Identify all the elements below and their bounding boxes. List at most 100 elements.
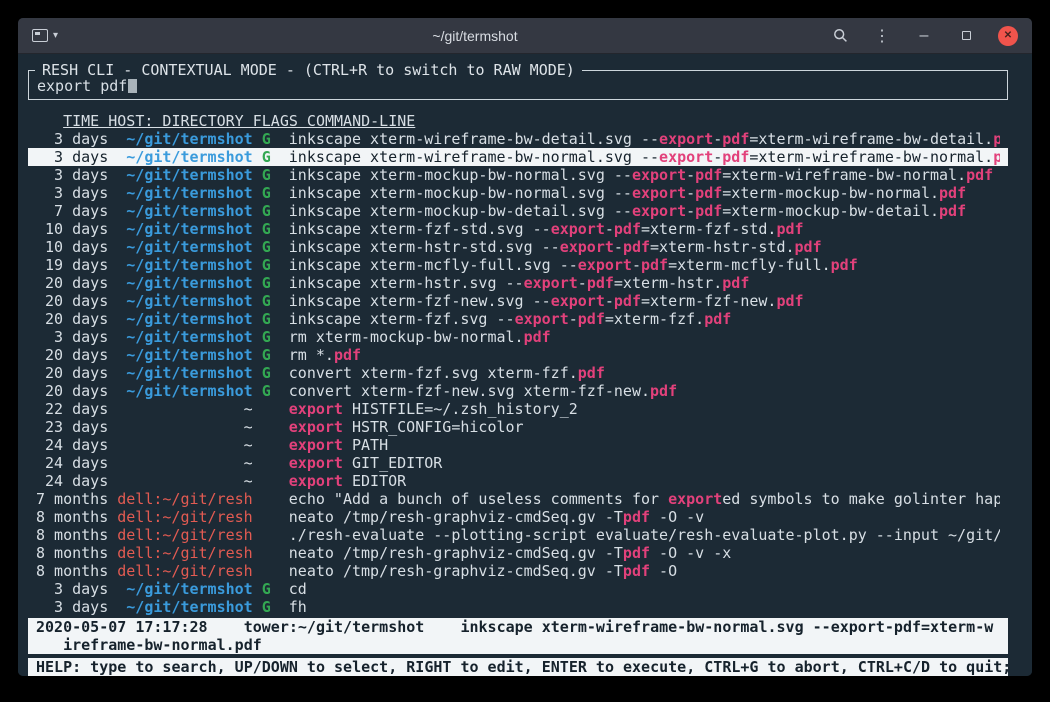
history-row[interactable]: 3 days~/git/termshotGinkscape xterm-wire… <box>28 148 1008 166</box>
row-host: ~/git/termshot <box>117 292 252 310</box>
history-row[interactable]: 3 days~/git/termshotGrm xterm-mockup-bw-… <box>28 328 1008 346</box>
history-row[interactable]: 24 days~export PATH <box>28 436 1008 454</box>
history-row[interactable]: 22 days~export HISTFILE=~/.zsh_history_2 <box>28 400 1008 418</box>
row-command: inkscape xterm-mockup-bw-detail.svg --ex… <box>289 202 1000 220</box>
row-command: echo "Add a bunch of useless comments fo… <box>289 490 1000 508</box>
resh-mode-title: RESH CLI - CONTEXTUAL MODE - (CTRL+R to … <box>35 61 582 79</box>
row-host: ~/git/termshot <box>117 364 252 382</box>
row-host: ~/git/termshot <box>117 310 252 328</box>
row-host: ~/git/termshot <box>117 148 252 166</box>
row-flags: G <box>262 202 280 220</box>
search-query-box: RESH CLI - CONTEXTUAL MODE - (CTRL+R to … <box>28 70 1008 100</box>
row-command: neato /tmp/resh-graphviz-cmdSeq.gv -Tpdf… <box>289 508 1000 526</box>
history-row[interactable]: 8 monthsdell:~/git/reshneato /tmp/resh-g… <box>28 544 1008 562</box>
row-command: rm xterm-mockup-bw-normal.pdf <box>289 328 1000 346</box>
history-row[interactable]: 7 days~/git/termshotGinkscape xterm-mock… <box>28 202 1008 220</box>
row-host: ~/git/termshot <box>117 580 252 598</box>
row-time: 20 days <box>36 310 108 328</box>
row-flags <box>262 400 280 418</box>
terminal[interactable]: RESH CLI - CONTEXTUAL MODE - (CTRL+R to … <box>18 54 1032 676</box>
row-time: 23 days <box>36 418 108 436</box>
history-row[interactable]: 10 days~/git/termshotGinkscape xterm-hst… <box>28 238 1008 256</box>
row-flags <box>262 436 280 454</box>
header-columns: TIME HOST: DIRECTORY FLAGS COMMAND-LINE <box>63 112 415 130</box>
history-row[interactable]: 20 days~/git/termshotGinkscape xterm-fzf… <box>28 292 1008 310</box>
history-rows: 3 days ~/git/termshot Ginkscape xterm-wire… <box>28 130 1008 616</box>
row-time: 24 days <box>36 436 108 454</box>
history-row[interactable]: 8 monthsdell:~/git/resh./resh-evaluate -… <box>28 526 1008 544</box>
row-flags <box>262 508 280 526</box>
new-tab-button[interactable]: ▾ <box>32 29 58 42</box>
row-host: ~/git/termshot <box>117 256 252 274</box>
history-row[interactable]: 3 days~/git/termshotGinkscape xterm-mock… <box>28 184 1008 202</box>
row-flags: G <box>262 148 280 166</box>
row-host: ~ <box>117 400 252 418</box>
history-row[interactable]: 10 days~/git/termshotGinkscape xterm-fzf… <box>28 220 1008 238</box>
row-host: ~ <box>117 418 252 436</box>
row-time: 20 days <box>36 346 108 364</box>
history-row[interactable]: 24 days~export EDITOR <box>28 472 1008 490</box>
history-row[interactable]: 20 days~/git/termshotGconvert xterm-fzf.… <box>28 364 1008 382</box>
row-host: ~/git/termshot <box>117 382 252 400</box>
menu-button[interactable]: ⋮ <box>872 26 892 46</box>
row-host: ~/git/termshot <box>117 166 252 184</box>
history-row[interactable]: 8 monthsdell:~/git/reshneato /tmp/resh-g… <box>28 508 1008 526</box>
row-command: inkscape xterm-mcfly-full.svg --export-p… <box>289 256 1000 274</box>
row-time: 3 days <box>36 598 108 616</box>
row-time: 20 days <box>36 364 108 382</box>
row-flags: G <box>262 166 280 184</box>
history-row[interactable]: 8 monthsdell:~/git/reshneato /tmp/resh-g… <box>28 562 1008 580</box>
row-command: ./resh-evaluate --plotting-script evalua… <box>289 526 1000 544</box>
history-row[interactable]: 3 days~/git/termshotGcd <box>28 580 1008 598</box>
row-host: dell:~/git/resh <box>117 508 252 526</box>
query-input[interactable]: export pdf <box>37 77 999 95</box>
row-flags: G <box>262 292 280 310</box>
row-flags: G <box>262 274 280 292</box>
row-command: export EDITOR <box>289 472 1000 490</box>
row-flags <box>262 472 280 490</box>
titlebar[interactable]: ▾ ~/git/termshot ⋮ – ✕ <box>18 18 1032 54</box>
close-icon: ✕ <box>1004 30 1012 41</box>
row-host: ~ <box>117 454 252 472</box>
row-host: ~/git/termshot <box>117 274 252 292</box>
search-icon <box>833 28 848 43</box>
row-time: 3 days <box>36 166 108 184</box>
history-row[interactable]: 3 days~/git/termshotGfh <box>28 598 1008 616</box>
row-flags: G <box>262 364 280 382</box>
history-row[interactable]: 20 days~/git/termshotGinkscape xterm-hst… <box>28 274 1008 292</box>
history-row[interactable]: 20 days~/git/termshotGinkscape xterm-fzf… <box>28 310 1008 328</box>
row-time: 3 days <box>36 184 108 202</box>
history-row[interactable]: 19 days~/git/termshotGinkscape xterm-mcf… <box>28 256 1008 274</box>
row-time: 10 days <box>36 238 108 256</box>
row-host: ~ <box>117 436 252 454</box>
search-button[interactable] <box>830 26 850 46</box>
row-flags <box>262 526 280 544</box>
query-text: export pdf <box>37 77 127 95</box>
minimize-button[interactable]: – <box>914 26 934 46</box>
row-flags <box>262 562 280 580</box>
row-command: neato /tmp/resh-graphviz-cmdSeq.gv -Tpdf… <box>289 562 1000 580</box>
row-command: inkscape xterm-wireframe-bw-detail.svg -… <box>289 130 1000 148</box>
row-flags <box>262 544 280 562</box>
row-flags <box>262 490 280 508</box>
detail-panel: 2020-05-07 17:17:28 tower:~/git/termshot… <box>28 618 1008 654</box>
history-row[interactable]: 7 monthsdell:~/git/reshecho "Add a bunch… <box>28 490 1008 508</box>
row-time: 8 months <box>36 526 108 544</box>
history-row[interactable]: 23 days~export HSTR_CONFIG=hicolor <box>28 418 1008 436</box>
close-button[interactable]: ✕ <box>998 26 1018 46</box>
row-flags: G <box>262 184 280 202</box>
row-command: inkscape xterm-fzf-new.svg --export-pdf=… <box>289 292 1000 310</box>
row-host: ~/git/termshot <box>117 346 252 364</box>
history-row[interactable]: 24 days~export GIT_EDITOR <box>28 454 1008 472</box>
row-time: 7 days <box>36 202 108 220</box>
row-host: dell:~/git/resh <box>117 544 252 562</box>
history-row[interactable]: 3 days~/git/termshotGinkscape xterm-wire… <box>28 130 1008 148</box>
restore-button[interactable] <box>956 26 976 46</box>
row-time: 20 days <box>36 382 108 400</box>
row-flags: G <box>262 580 280 598</box>
row-host: ~/git/termshot <box>117 598 252 616</box>
history-row[interactable]: 3 days~/git/termshotGinkscape xterm-mock… <box>28 166 1008 184</box>
history-row[interactable]: 20 days~/git/termshotGrm *.pdf <box>28 346 1008 364</box>
history-row[interactable]: 20 days~/git/termshotGconvert xterm-fzf-… <box>28 382 1008 400</box>
row-flags: G <box>262 382 280 400</box>
